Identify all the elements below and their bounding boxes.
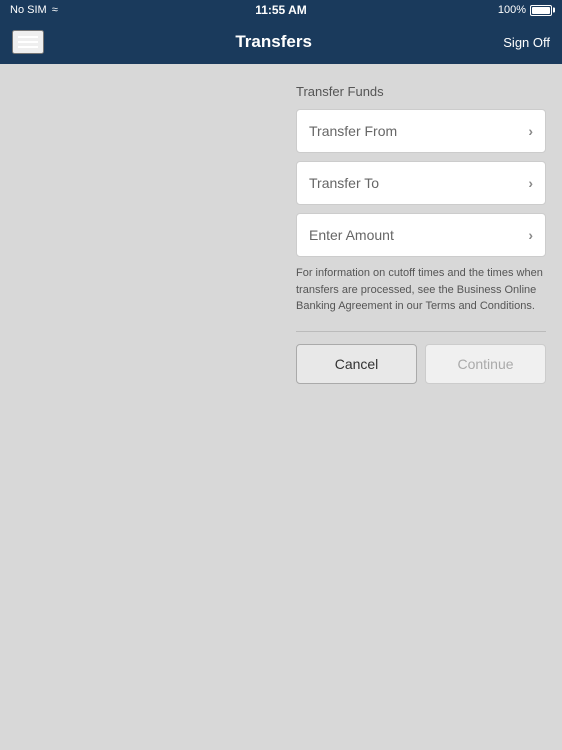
sign-off-button[interactable]: Sign Off: [503, 35, 550, 50]
button-row: Cancel Continue: [296, 344, 546, 384]
battery-icon: [530, 5, 552, 16]
carrier-text: No SIM: [10, 4, 47, 16]
info-text: For information on cutoff times and the …: [296, 265, 546, 315]
status-bar: No SIM ≈ 11:55 AM 100%: [0, 0, 562, 20]
battery-percent-text: 100%: [498, 4, 526, 16]
enter-amount-field[interactable]: Enter Amount ›: [296, 213, 546, 257]
transfer-from-chevron-icon: ›: [528, 123, 533, 139]
cancel-button[interactable]: Cancel: [296, 344, 417, 384]
transfer-to-field[interactable]: Transfer To ›: [296, 161, 546, 205]
transfer-to-label: Transfer To: [309, 175, 379, 191]
status-bar-left: No SIM ≈: [10, 4, 58, 16]
transfer-from-field[interactable]: Transfer From ›: [296, 109, 546, 153]
sidebar: [0, 64, 280, 750]
content-panel: Transfer Funds Transfer From › Transfer …: [280, 64, 562, 750]
divider: [296, 331, 546, 332]
enter-amount-label: Enter Amount: [309, 227, 394, 243]
nav-bar: Transfers Sign Off: [0, 20, 562, 64]
continue-button[interactable]: Continue: [425, 344, 546, 384]
menu-button[interactable]: [12, 30, 44, 54]
transfer-to-chevron-icon: ›: [528, 175, 533, 191]
enter-amount-chevron-icon: ›: [528, 227, 533, 243]
status-bar-right: 100%: [498, 4, 552, 16]
section-title: Transfer Funds: [296, 84, 546, 99]
wifi-icon: ≈: [52, 4, 58, 16]
transfer-from-label: Transfer From: [309, 123, 397, 139]
main-content: Transfer Funds Transfer From › Transfer …: [0, 64, 562, 750]
status-bar-time: 11:55 AM: [255, 3, 307, 17]
page-title: Transfers: [235, 32, 312, 52]
